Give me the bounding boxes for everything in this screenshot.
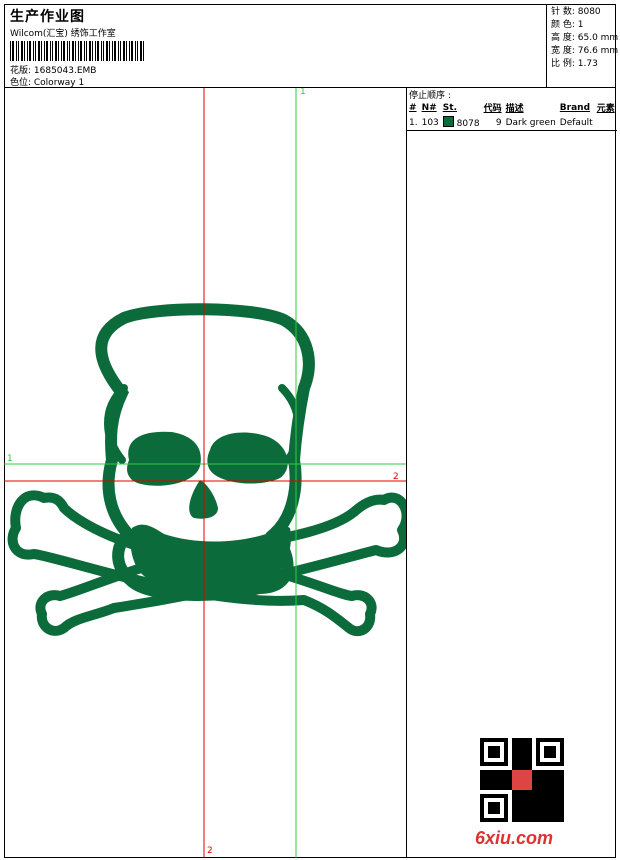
stop-sequence-panel: 停止顺序 : # N# St. 代码 描述 Brand 元素 1. 103 80… [407, 88, 617, 858]
stop-sequence-table: # N# St. 代码 描述 Brand 元素 1. 103 8078 9 Da… [407, 100, 617, 131]
col-st: St. [442, 102, 457, 113]
studio-name: Wilcom(汇宝) 绣饰工作室 [10, 29, 116, 39]
qr-stamp-icon [512, 770, 532, 790]
design-canvas: 1 1 2 2 [4, 88, 407, 858]
row-brand: Default [557, 115, 595, 131]
eye-left [127, 431, 201, 486]
col-num: # [409, 102, 417, 113]
design-width: 宽 度: 76.6 mm [551, 46, 619, 56]
colorway: 色位: Colorway 1 [10, 78, 85, 88]
row-n: 103 [419, 115, 441, 131]
col-brand: Brand [559, 102, 591, 113]
jaw [130, 524, 291, 590]
color-count: 颜 色: 1 [551, 20, 584, 30]
red-h-label: 2 [393, 472, 399, 482]
qr-code [480, 738, 564, 822]
row-desc: Dark green [503, 115, 558, 131]
green-v-label: 1 [300, 88, 306, 97]
stitch-count: 针 数: 8080 [551, 7, 601, 17]
col-desc: 描述 [505, 104, 524, 114]
col-code: 代码 [483, 104, 502, 114]
header: 生产作业图 Wilcom(汇宝) 绣饰工作室 花版: 1685043.EMB 色… [4, 4, 619, 88]
barcode [10, 41, 144, 61]
red-v-label: 2 [207, 846, 213, 856]
col-n: N# [421, 102, 437, 113]
row-element [594, 115, 617, 131]
page-title: 生产作业图 [10, 9, 85, 25]
row-color-code: 8078 [440, 115, 482, 131]
skull-embroidery [4, 88, 406, 858]
green-h-label: 1 [7, 454, 13, 464]
scale-ratio: 比 例: 1.73 [551, 59, 598, 69]
col-element: 元素 [596, 104, 615, 114]
color-swatch [442, 116, 454, 127]
watermark-logo: 6xiu.com [475, 828, 554, 848]
eye-right [207, 432, 288, 484]
row-stitches: 9 [481, 115, 504, 131]
design-stats: 针 数: 8080 颜 色: 1 高 度: 65.0 mm 宽 度: 76.6 … [546, 4, 619, 88]
row-num: 1. [407, 115, 420, 131]
design-height: 高 度: 65.0 mm [551, 33, 619, 43]
table-row: 1. 103 8078 9 Dark green Default [407, 115, 617, 131]
